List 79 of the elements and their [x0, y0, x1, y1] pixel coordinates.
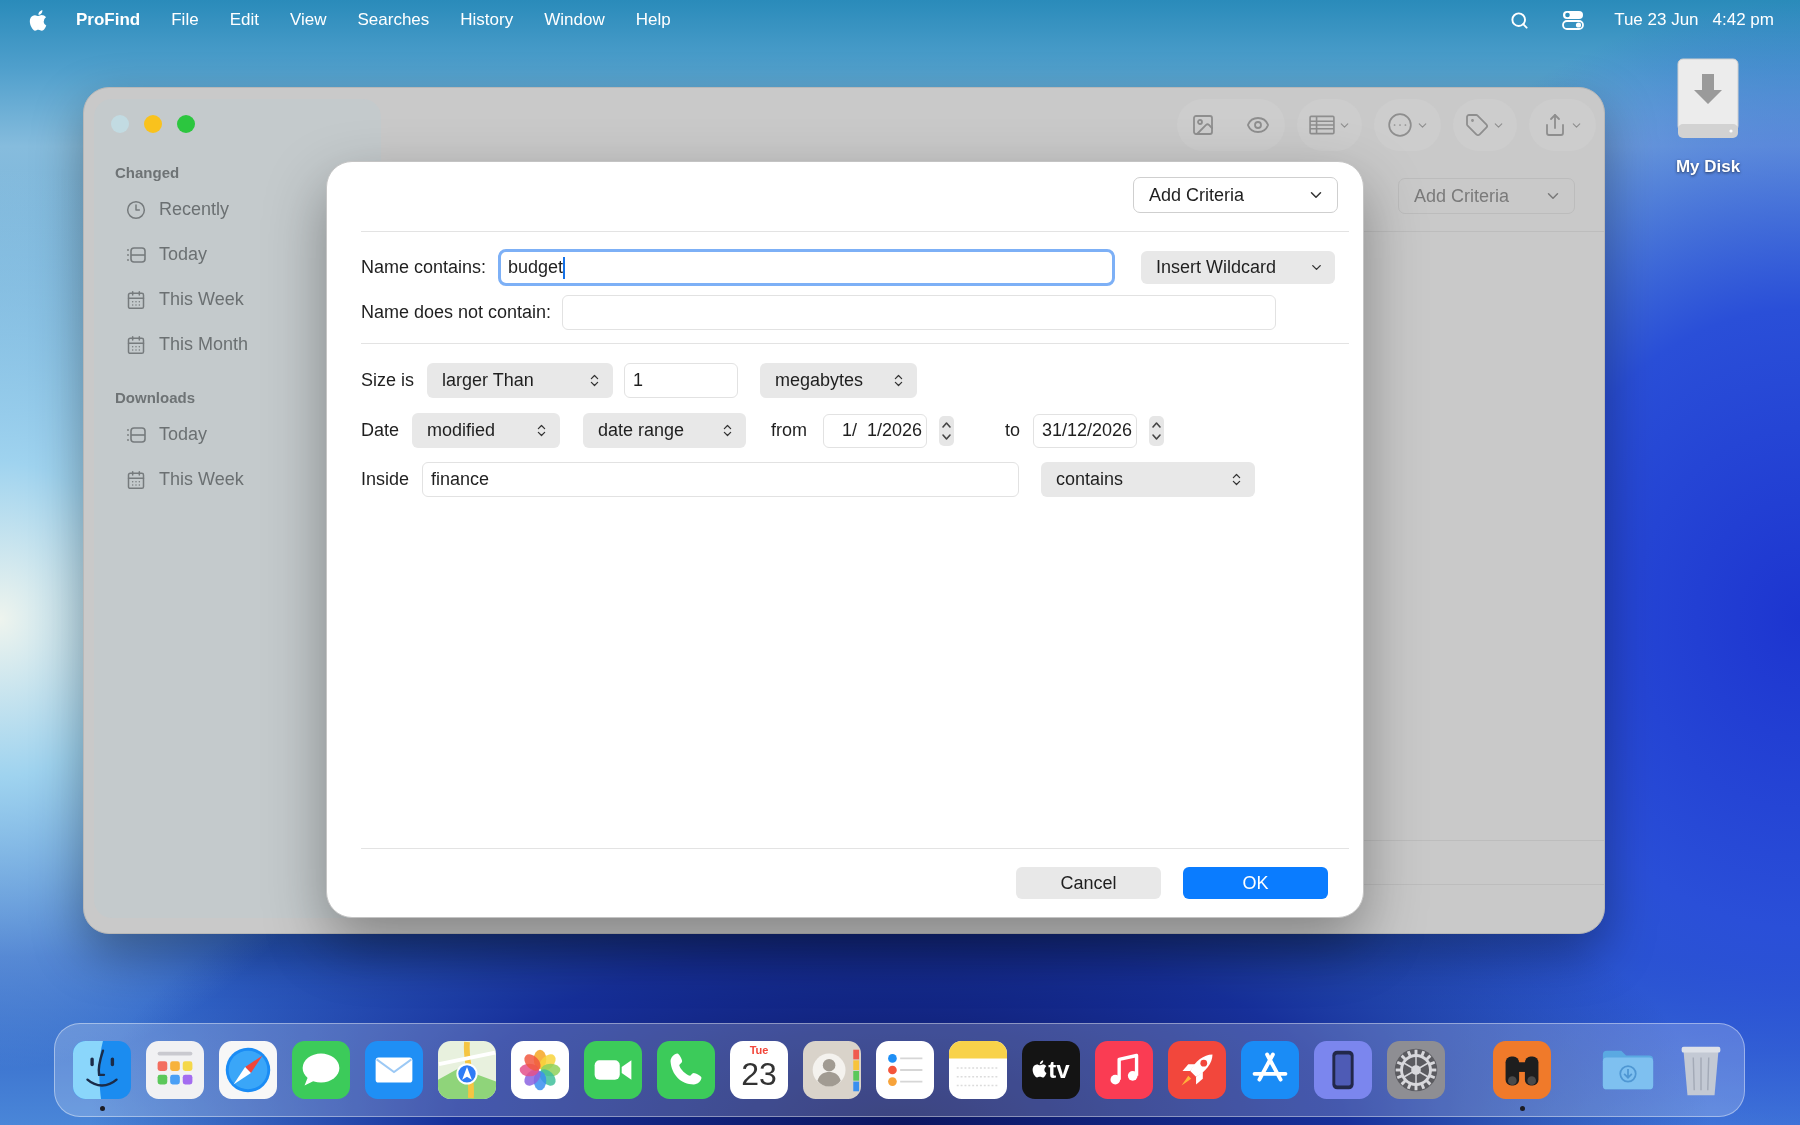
toggle-switches-icon[interactable] — [1562, 10, 1585, 30]
sidebar-item[interactable]: Recently — [104, 187, 314, 232]
menu-item[interactable]: Window — [544, 7, 605, 33]
tv-icon[interactable]: tv — [1022, 1041, 1080, 1099]
date-field[interactable]: 1/ 1/2026 — [823, 413, 928, 448]
smiling-face-icon[interactable] — [73, 1041, 131, 1099]
person-icon[interactable] — [803, 1041, 861, 1099]
video-camera-icon[interactable] — [584, 1041, 642, 1099]
apple-icon — [1032, 1059, 1048, 1078]
speech-bubble-icon[interactable] — [292, 1041, 350, 1099]
size-value-field[interactable]: 1 — [624, 363, 738, 398]
flower-icon[interactable] — [511, 1041, 569, 1099]
notepad-icon[interactable] — [949, 1041, 1007, 1099]
menu-item[interactable]: View — [289, 7, 327, 33]
clock-icon — [126, 199, 146, 220]
envelope-icon[interactable] — [365, 1041, 423, 1099]
checklist-icon[interactable] — [876, 1041, 934, 1099]
sidebar-item[interactable]: This Month — [104, 322, 314, 367]
size-unit-select[interactable]: megabytes — [760, 363, 917, 398]
name-contains-field[interactable]: budget — [498, 249, 1115, 286]
menu-bar-time[interactable]: 4:42 pm — [1712, 7, 1774, 33]
app-grid-icon[interactable] — [146, 1041, 204, 1099]
calendar-icon — [126, 469, 146, 490]
tag-icon — [1465, 113, 1489, 137]
add-criteria-dropdown[interactable]: Add Criteria — [1398, 178, 1575, 214]
menu-item[interactable]: Help — [635, 7, 671, 33]
music-note-icon[interactable] — [1095, 1041, 1153, 1099]
date-attribute-select[interactable]: modified — [412, 413, 561, 448]
ellipsis-circle-icon — [1386, 112, 1413, 138]
apple-icon — [29, 9, 47, 31]
sidebar-item[interactable]: This Week — [104, 457, 314, 502]
external-drive-icon[interactable] — [1676, 58, 1740, 140]
menu-item[interactable]: File — [171, 7, 199, 33]
field-label: Name does not contain: — [361, 301, 552, 324]
ok-button[interactable]: OK — [1183, 867, 1328, 899]
field-label: Size is — [361, 369, 414, 392]
menu-item[interactable]: History — [460, 7, 514, 33]
insert-wildcard-dropdown[interactable]: Insert Wildcard — [1141, 251, 1335, 284]
map-icon[interactable] — [438, 1041, 496, 1099]
compass-icon[interactable] — [219, 1041, 277, 1099]
list-icon — [126, 424, 146, 445]
search-icon[interactable] — [1510, 10, 1530, 30]
phone-device-icon[interactable] — [1314, 1041, 1372, 1099]
sidebar-item[interactable]: Today — [104, 412, 314, 457]
stepper-arrows-icon[interactable] — [939, 415, 955, 446]
date-field[interactable]: 31/12/2026 — [1033, 413, 1138, 448]
add-criteria-dropdown[interactable]: Add Criteria — [1133, 177, 1338, 213]
size-comparison-select[interactable]: larger Than — [427, 363, 613, 398]
menu-item[interactable]: Edit — [229, 7, 259, 33]
desktop-icon-label[interactable]: My Disk — [1675, 154, 1741, 180]
inside-field[interactable]: finance — [422, 462, 1020, 497]
date-mode-select[interactable]: date range — [583, 413, 747, 448]
cancel-button[interactable]: Cancel — [1016, 867, 1161, 899]
field-label: Inside — [361, 468, 410, 491]
menu-item[interactable]: Searches — [357, 7, 430, 33]
list-icon — [126, 244, 146, 265]
field-label: Date — [361, 419, 400, 442]
calendar-icon — [126, 289, 146, 310]
text-cursor-icon — [563, 256, 566, 279]
name-excludes-field[interactable] — [562, 295, 1276, 330]
phone-icon[interactable] — [657, 1041, 715, 1099]
inside-match-select[interactable]: contains — [1041, 462, 1256, 497]
gear-icon[interactable] — [1387, 1041, 1445, 1099]
stepper-arrows-icon[interactable] — [1149, 415, 1165, 446]
sidebar-item[interactable]: Today — [104, 232, 314, 277]
sidebar-section-title: Changed — [115, 163, 180, 183]
crossed-strokes-icon[interactable] — [1241, 1041, 1299, 1099]
sidebar-section-title: Downloads — [115, 388, 195, 408]
menu-bar-date[interactable]: Tue 23 Jun — [1614, 7, 1699, 33]
field-label: Name contains: — [361, 256, 487, 279]
app-menu[interactable]: ProFind — [76, 7, 141, 33]
field-label: from — [771, 419, 808, 442]
calendar-icon — [126, 334, 146, 355]
rocket-icon[interactable] — [1168, 1041, 1226, 1099]
sidebar-item[interactable]: This Week — [104, 277, 314, 322]
calendar-icon[interactable]: Tue 23 — [730, 1041, 788, 1099]
field-label: to — [1005, 419, 1021, 442]
table-icon — [1308, 114, 1335, 136]
binoculars-icon[interactable] — [1493, 1041, 1551, 1099]
